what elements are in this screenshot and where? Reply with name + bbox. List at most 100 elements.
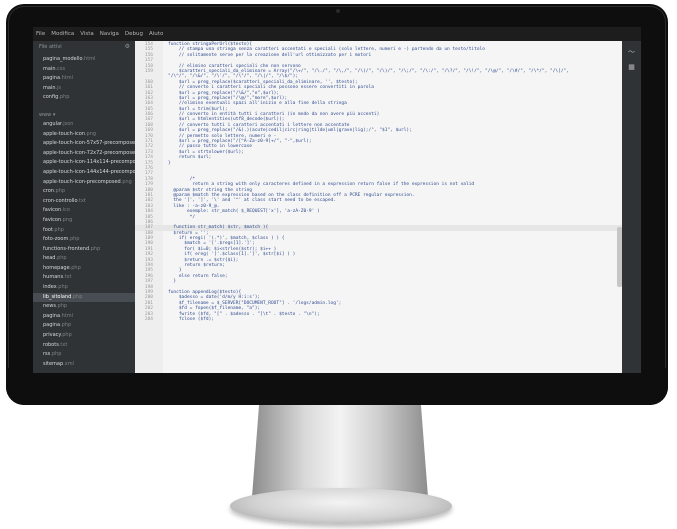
webcam bbox=[336, 9, 340, 13]
file-name: apple-touch-icon bbox=[43, 130, 85, 137]
file-item[interactable]: index.php bbox=[33, 283, 135, 293]
file-item[interactable]: angular.json bbox=[33, 120, 135, 130]
file-extension: .php bbox=[53, 188, 66, 195]
file-extension: .txt bbox=[58, 341, 68, 348]
menu-debug[interactable]: Debug bbox=[122, 27, 146, 41]
file-tree: angular.json apple-touch-icon.png apple-to… bbox=[33, 120, 135, 369]
file-item[interactable]: cron-controllo.txt bbox=[33, 197, 135, 207]
file-item[interactable]: main.js bbox=[33, 84, 135, 94]
file-extension: .php bbox=[68, 236, 80, 243]
file-extension: .ico bbox=[61, 207, 70, 214]
project-folder[interactable]: www ▾ bbox=[33, 111, 135, 120]
file-item[interactable]: apple-touch-icon-114x114-precompose bbox=[33, 158, 135, 168]
file-extension: .php bbox=[58, 94, 70, 101]
menu-modifica[interactable]: Modifica bbox=[48, 27, 77, 41]
gear-icon[interactable]: ⚙ bbox=[125, 43, 130, 50]
monitor-stand-neck bbox=[252, 405, 428, 497]
file-name: apple-touch-icon-precomposed bbox=[43, 178, 121, 185]
file-name: robots bbox=[43, 341, 59, 348]
file-name: pagina bbox=[43, 322, 61, 329]
file-name: apple-touch-icon-72x72-precomposed bbox=[43, 149, 135, 156]
file-item[interactable]: pagina_modello.html bbox=[33, 55, 135, 65]
file-name: favicon bbox=[43, 207, 62, 214]
file-extension: .css bbox=[55, 65, 66, 72]
file-name: foto-zoom bbox=[43, 236, 69, 243]
file-extension: .php bbox=[71, 293, 83, 300]
file-extension: .php bbox=[55, 255, 67, 262]
monitor-stand-base bbox=[230, 488, 452, 524]
working-files-header: File attivi ⚙ bbox=[33, 41, 135, 55]
file-item[interactable]: pagina.html bbox=[33, 312, 135, 322]
file-item[interactable]: apple-touch-icon.png bbox=[33, 130, 135, 140]
file-extension: .php bbox=[55, 303, 68, 310]
file-item[interactable]: functions-frontend.php bbox=[33, 245, 135, 255]
file-name: homepage bbox=[43, 264, 70, 271]
file-extension: .png bbox=[120, 178, 132, 185]
file-extension: .php bbox=[60, 322, 72, 329]
file-name: pagina bbox=[43, 312, 61, 319]
code-lines: 154 function stringaPerUrl($testo){155 //… bbox=[135, 42, 622, 322]
file-item[interactable]: humans.txt bbox=[33, 273, 135, 283]
file-extension: .php bbox=[50, 351, 62, 358]
file-sidebar: File attivi ⚙ pagina_modello.html main.cs… bbox=[33, 41, 135, 373]
file-extension: .php bbox=[69, 264, 81, 271]
extensions-icon[interactable]: ▦ bbox=[626, 63, 637, 71]
file-name: cron bbox=[43, 188, 54, 195]
file-item[interactable]: head.php bbox=[33, 254, 135, 264]
file-item[interactable]: foto-zoom.php bbox=[33, 235, 135, 245]
file-item[interactable]: config.php bbox=[33, 93, 135, 103]
file-item[interactable]: privacy.php bbox=[33, 331, 135, 341]
file-item[interactable]: favicon.ico bbox=[33, 206, 135, 216]
file-item[interactable]: rss.php bbox=[33, 350, 135, 360]
file-name: index bbox=[43, 284, 57, 291]
file-item[interactable]: lib_sitoland.php bbox=[33, 292, 135, 303]
file-item[interactable]: cron.php bbox=[33, 187, 135, 197]
file-extension: .php bbox=[56, 284, 68, 291]
file-name: head bbox=[43, 255, 56, 262]
file-name: privacy bbox=[43, 332, 61, 339]
file-item[interactable]: main.css bbox=[33, 65, 135, 75]
file-name: humans bbox=[43, 274, 64, 281]
live-preview-icon[interactable]: 〜 bbox=[626, 47, 637, 57]
file-name: functions-frontend bbox=[43, 245, 90, 252]
file-item[interactable]: sitemap.xml bbox=[33, 360, 135, 370]
file-extension: .txt bbox=[77, 197, 86, 204]
file-item[interactable]: pagina.html bbox=[33, 74, 135, 84]
menu-aiuto[interactable]: Aiuto bbox=[146, 27, 166, 41]
file-name: apple-touch-icon-114x114-precompose bbox=[43, 159, 135, 166]
file-name: cron-controllo bbox=[43, 197, 78, 204]
open-files-list: pagina_modello.html main.css pagina.html ma… bbox=[33, 55, 135, 103]
file-extension: .html bbox=[82, 56, 96, 62]
working-files-title: File attivi bbox=[39, 44, 62, 50]
file-item[interactable]: apple-touch-icon-72x72-precomposed.png bbox=[33, 149, 135, 159]
file-item[interactable]: homepage.php bbox=[33, 264, 135, 274]
file-item[interactable]: favicon.png bbox=[33, 216, 135, 226]
file-name: foot bbox=[43, 226, 53, 233]
menu-vista[interactable]: Vista bbox=[77, 27, 97, 41]
file-item[interactable]: news.php bbox=[33, 302, 135, 312]
code-text: fclose ($fd); bbox=[168, 316, 215, 322]
file-name: angular bbox=[43, 120, 62, 127]
file-extension: .png bbox=[84, 130, 97, 137]
file-extension: .json bbox=[61, 120, 74, 127]
file-name: pagina_modello bbox=[43, 56, 83, 62]
file-extension: .html bbox=[60, 312, 74, 319]
file-extension: .txt bbox=[63, 274, 72, 281]
code-editor[interactable]: 154 function stringaPerUrl($testo){155 //… bbox=[135, 41, 622, 373]
monitor-chin bbox=[6, 368, 668, 405]
file-extension: .xml bbox=[63, 360, 74, 367]
menu-naviga[interactable]: Naviga bbox=[97, 27, 122, 41]
file-name: favicon bbox=[43, 216, 62, 223]
file-name: main bbox=[43, 84, 56, 91]
file-item[interactable]: foot.php bbox=[33, 226, 135, 236]
file-name: pagina bbox=[43, 75, 61, 82]
file-item[interactable]: apple-touch-icon-precomposed.png bbox=[33, 178, 135, 188]
file-item[interactable]: robots.txt bbox=[33, 341, 135, 351]
menu-file[interactable]: File bbox=[33, 27, 48, 41]
file-item[interactable]: pagina.php bbox=[33, 321, 135, 331]
file-item[interactable]: apple-touch-icon-144x144-precompose bbox=[33, 168, 135, 178]
right-toolbar: 〜 ▦ bbox=[622, 41, 641, 373]
file-name: news bbox=[43, 303, 56, 310]
file-extension: .php bbox=[60, 332, 72, 339]
file-item[interactable]: apple-touch-icon-57x57-precomposed.png bbox=[33, 139, 135, 149]
